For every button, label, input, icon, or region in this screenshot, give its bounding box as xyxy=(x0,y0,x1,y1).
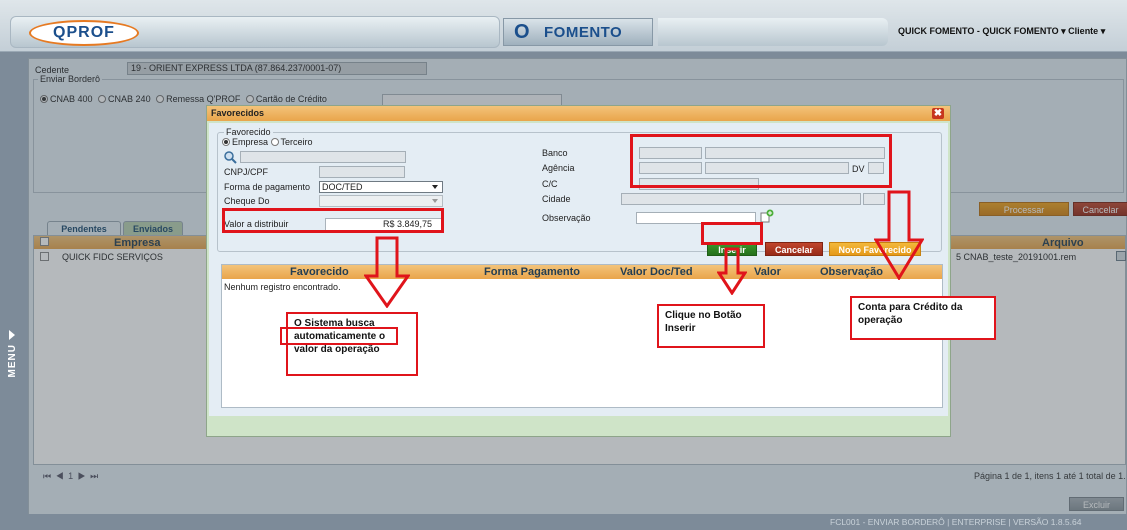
table-header: Favorecido Forma Pagamento Valor Doc/Ted… xyxy=(222,265,942,279)
chevron-down-icon xyxy=(432,185,438,189)
side-menu-label[interactable]: MENU xyxy=(7,344,18,377)
empty-message: Nenhum registro encontrado. xyxy=(224,282,341,292)
user-menu[interactable]: QUICK FOMENTO - QUICK FOMENTO ▾ Cliente … xyxy=(898,26,1105,37)
th-favorecido[interactable]: Favorecido xyxy=(290,266,349,278)
arrow-down-icon xyxy=(364,236,410,308)
module-name: FOMENTO xyxy=(544,24,623,41)
add-note-icon[interactable] xyxy=(760,209,774,223)
radio-empresa[interactable]: Empresa xyxy=(222,137,268,147)
cheque-do-select[interactable] xyxy=(319,195,443,207)
highlight-valor xyxy=(222,208,444,233)
th-valor-doc-ted[interactable]: Valor Doc/Ted xyxy=(620,266,693,278)
favorecido-legend: Favorecido xyxy=(224,127,273,137)
close-icon[interactable]: ✖ xyxy=(932,108,944,119)
cidade-label: Cidade xyxy=(542,194,571,204)
note-conta: Conta para Crédito da operação xyxy=(850,296,996,340)
footer-version: FCL001 - ENVIAR BORDERÔ | ENTERPRISE | V… xyxy=(830,517,1082,527)
cidade-input[interactable] xyxy=(621,193,861,205)
search-icon[interactable] xyxy=(223,150,237,164)
note-inserir: Clique no Botão Inserir xyxy=(657,304,765,348)
tipo-favorecido-options: Empresa Terceiro xyxy=(222,137,313,147)
forma-pagamento-select[interactable]: DOC/TED xyxy=(319,181,443,193)
highlight-inserir xyxy=(701,222,763,245)
module-icon: O xyxy=(514,21,530,43)
cancelar-modal-button[interactable]: Cancelar xyxy=(765,242,823,256)
module-title: O FOMENTO xyxy=(503,18,653,46)
observacao-label: Observação xyxy=(542,213,591,223)
cheque-do-label: Cheque Do xyxy=(224,196,270,206)
th-forma-pagamento[interactable]: Forma Pagamento xyxy=(484,266,580,278)
th-valor[interactable]: Valor xyxy=(754,266,781,278)
cnpj-input[interactable] xyxy=(319,166,405,178)
arrow-down-icon xyxy=(717,247,747,295)
highlight-conta xyxy=(630,134,892,188)
app-header: QPROF O FOMENTO QUICK FOMENTO - QUICK FO… xyxy=(0,0,1127,52)
radio-icon[interactable] xyxy=(270,138,279,146)
side-menu[interactable]: MENU xyxy=(0,58,26,520)
modal-title: Favorecidos ✖ xyxy=(207,106,950,121)
favorecido-search-input[interactable] xyxy=(240,151,406,163)
agencia-label: Agência xyxy=(542,163,575,173)
header-strip xyxy=(658,18,888,46)
banco-label: Banco xyxy=(542,148,568,158)
menu-arrow-icon xyxy=(9,330,15,340)
logo-bar: QPROF xyxy=(10,16,500,48)
cnpj-label: CNPJ/CPF xyxy=(224,167,269,177)
qprof-logo[interactable]: QPROF xyxy=(29,20,139,46)
radio-terceiro[interactable]: Terceiro xyxy=(270,137,313,147)
footer: FCL001 - ENVIAR BORDERÔ | ENTERPRISE | V… xyxy=(0,514,1127,530)
arrow-down-icon xyxy=(874,190,924,280)
forma-pagamento-label: Forma de pagamento xyxy=(224,182,311,192)
note-valor-highlight xyxy=(280,327,398,345)
cc-label: C/C xyxy=(542,179,558,189)
chevron-down-icon xyxy=(432,199,438,203)
radio-icon[interactable] xyxy=(222,138,230,146)
